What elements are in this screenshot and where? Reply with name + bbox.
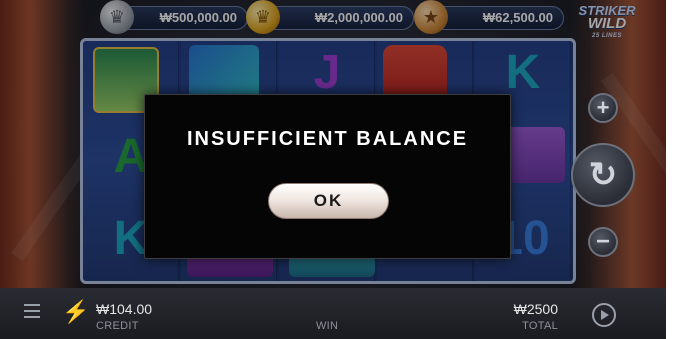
total-bet-label: TOTAL	[522, 320, 558, 332]
page-margin	[666, 0, 696, 339]
dialog-title: INSUFFICIENT BALANCE	[186, 128, 469, 150]
ok-button[interactable]: OK	[268, 183, 389, 219]
bet-decrease-button[interactable]: −	[588, 227, 618, 257]
insufficient-balance-dialog: INSUFFICIENT BALANCE OK	[144, 94, 511, 259]
win-label: WIN	[316, 320, 339, 332]
bet-increase-button[interactable]: +	[588, 93, 618, 123]
game-screen: ₩500,000.00 ₩2,000,000.00 ₩62,500.00 ♛ ♛…	[0, 0, 666, 339]
lightning-icon[interactable]: ⚡	[62, 300, 89, 324]
credit-label: CREDIT	[96, 320, 139, 332]
spin-button[interactable]: ↻	[571, 143, 635, 207]
total-bet-value: ₩2500	[513, 301, 558, 317]
credit-value: ₩104.00	[96, 301, 153, 317]
autoplay-icon[interactable]	[592, 303, 616, 327]
menu-icon[interactable]	[24, 304, 40, 318]
